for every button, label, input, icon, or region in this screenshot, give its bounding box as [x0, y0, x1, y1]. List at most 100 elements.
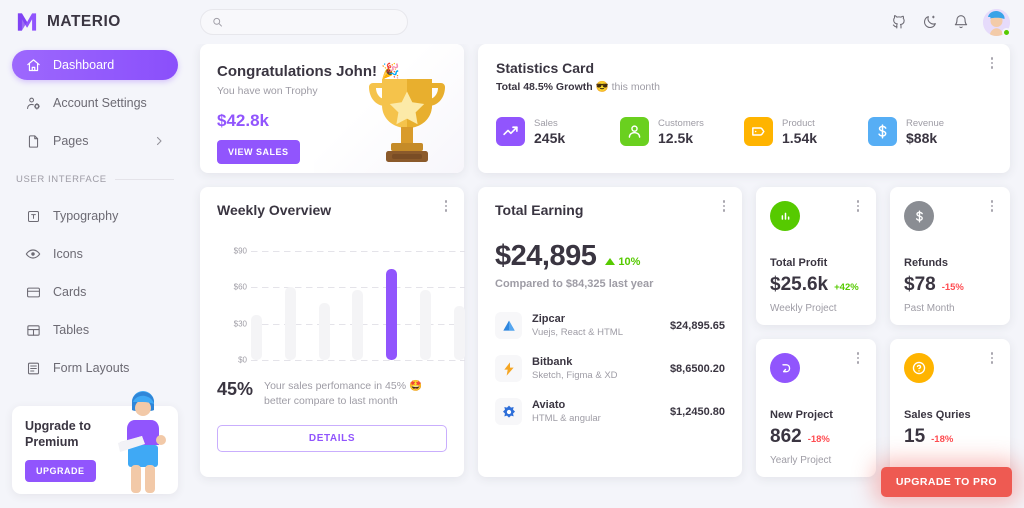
list-item[interactable]: Bitbank Sketch, Figma & XD $8,6500.20 [495, 355, 725, 382]
table-icon [25, 322, 41, 338]
search-box[interactable] [200, 9, 408, 35]
list-item-amount: $24,895.65 [669, 319, 725, 332]
mini-card-title: Refunds [904, 257, 948, 269]
statistics-menu-button[interactable] [985, 56, 999, 70]
sidebar-item-pages[interactable]: Pages [12, 126, 178, 156]
upgrade-button[interactable]: UPGRADE [25, 459, 96, 482]
upgrade-card-title: Upgrade to Premium [25, 419, 91, 449]
topbar [190, 0, 1024, 44]
sidebar: MATERIO Dashboard Account Settings Pages [0, 0, 190, 508]
triangle-up-icon [605, 258, 616, 265]
list-item-meta: Bitbank Sketch, Figma & XD [532, 356, 637, 381]
list-item-right: $1,2450.80 [647, 406, 725, 418]
brand-logo[interactable]: MATERIO [0, 0, 190, 46]
statistics-title: Statistics Card [496, 60, 595, 76]
total-earning-menu-button[interactable] [717, 199, 731, 213]
sidebar-section-user-interface: USER INTERFACE [16, 174, 174, 185]
statistics-subtitle: Total 48.5% Growth 😎 this month [496, 80, 992, 93]
moon-icon[interactable] [921, 14, 938, 31]
sidebar-item-label: Dashboard [53, 58, 115, 72]
chart-plot-area [251, 239, 465, 361]
dollar-icon [904, 201, 934, 231]
statistics-items: Sales 245k Customers 12.5k Product 1.54k… [496, 117, 992, 146]
user-settings-icon [25, 95, 41, 111]
mini-card-menu-button[interactable] [985, 199, 999, 213]
sidebar-item-form-layouts[interactable]: Form Layouts [12, 353, 178, 383]
upgrade-to-pro-button[interactable]: UPGRADE TO PRO [880, 467, 1012, 497]
sidebar-item-label: Icons [53, 247, 83, 261]
chart-y-tick: $60 [233, 282, 247, 292]
dashboard-row-1: Congratulations John! 🎉 You have won Tro… [200, 44, 1010, 173]
weekly-overview-percent: 45% [217, 379, 254, 399]
chart-bar [352, 289, 364, 360]
chart-y-axis: $90 $60 $30 $0 [217, 239, 247, 365]
statistics-subtitle-bold: Total 48.5% Growth 😎 [496, 81, 609, 93]
bitbank-glyph [503, 361, 514, 376]
list-item-name: Zipcar [532, 313, 566, 325]
statistics-item-label: Product [782, 117, 815, 129]
mini-card-delta: +42% [834, 282, 859, 293]
sidebar-item-account-settings[interactable]: Account Settings [12, 88, 178, 118]
mini-card-menu-button[interactable] [851, 199, 865, 213]
typography-icon [25, 208, 41, 224]
congratulations-card: Congratulations John! 🎉 You have won Tro… [200, 44, 464, 173]
mini-card-refunds: Refunds $78 -15% Past Month [890, 187, 1010, 325]
view-sales-button[interactable]: VIEW SALES [217, 140, 300, 164]
sidebar-item-label: Tables [53, 323, 90, 337]
sidebar-item-typography[interactable]: Typography [12, 201, 178, 231]
sidebar-item-tables[interactable]: Tables [12, 315, 178, 345]
zipcar-glyph [502, 320, 515, 331]
mini-card-menu-button[interactable] [985, 351, 999, 365]
details-button[interactable]: DETAILS [217, 425, 447, 453]
mini-card-delta: -18% [807, 434, 830, 445]
sidebar-item-label: Account Settings [53, 96, 147, 110]
list-item[interactable]: Zipcar Vuejs, React & HTML $24,895.65 [495, 312, 725, 339]
aviato-glyph [502, 405, 515, 418]
sidebar-item-icons[interactable]: Icons [12, 239, 178, 269]
aviato-icon [495, 398, 522, 425]
weekly-overview-menu-button[interactable] [439, 199, 453, 213]
sidebar-nav: Dashboard Account Settings Pages [0, 46, 190, 164]
statistics-item-label: Revenue [906, 117, 945, 129]
list-item-right: $8,6500.20 [647, 363, 725, 375]
statistics-item-sales: Sales 245k [496, 117, 620, 146]
weekly-overview-chart: $90 $60 $30 $0 [217, 239, 465, 365]
chart-bar [386, 269, 398, 360]
statistics-item-text: Product 1.54k [782, 118, 817, 146]
list-item[interactable]: Aviato HTML & angular $1,2450.80 [495, 398, 725, 425]
statistics-item-value: 1.54k [782, 129, 818, 146]
statistics-item-value: 12.5k [658, 129, 694, 146]
list-item-right: $24,895.65 [647, 320, 725, 332]
mini-card-sales-quries: Sales Quries 15 -18% [890, 339, 1010, 477]
avatar[interactable] [983, 8, 1011, 37]
chart-bar [420, 289, 432, 360]
trending-up-icon [496, 117, 525, 146]
mini-card-title: Sales Quries [904, 409, 971, 421]
mini-cards-row-top: Total Profit $25.6k +42% Weekly Project [756, 187, 1010, 325]
list-item-name: Bitbank [532, 356, 573, 368]
mini-card-value: 862 [770, 426, 802, 447]
mini-cards-column: Total Profit $25.6k +42% Weekly Project [756, 187, 1010, 477]
send-icon [770, 353, 800, 383]
search-icon [213, 17, 222, 27]
github-icon[interactable] [890, 14, 907, 31]
list-item-tech: HTML & angular [532, 413, 601, 424]
statistics-item-value: 245k [534, 129, 566, 146]
bitbank-icon [495, 355, 522, 382]
total-earning-card: Total Earning $24,895 10% Compared to $8… [478, 187, 742, 477]
statistics-item-label: Sales [534, 117, 558, 129]
list-item-amount: $8,6500.20 [669, 362, 725, 375]
sidebar-item-dashboard[interactable]: Dashboard [12, 50, 178, 80]
chart-gridline [251, 360, 465, 361]
dashboard-content: Congratulations John! 🎉 You have won Tro… [190, 44, 1024, 508]
sidebar-item-cards[interactable]: Cards [12, 277, 178, 307]
mini-card-menu-button[interactable] [851, 351, 865, 365]
sidebar-item-label: Pages [53, 134, 89, 148]
list-item-tech: Vuejs, React & HTML [532, 327, 623, 338]
main-area: Congratulations John! 🎉 You have won Tro… [190, 0, 1024, 508]
bell-icon[interactable] [952, 14, 969, 31]
dollar-icon [868, 117, 897, 146]
search-input[interactable] [229, 16, 396, 28]
sidebar-nav-ui: Typography Icons Cards Tables Form Layou… [0, 197, 190, 391]
mini-card-value-row: $25.6k +42% [770, 274, 862, 296]
